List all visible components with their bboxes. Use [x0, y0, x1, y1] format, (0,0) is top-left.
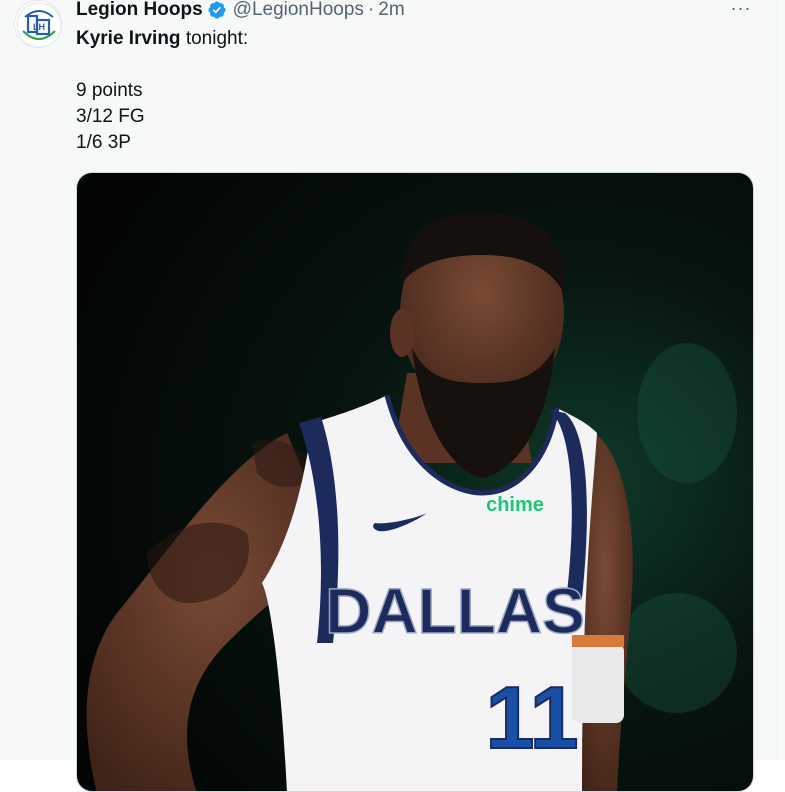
- verified-badge-icon[interactable]: [207, 0, 227, 20]
- more-options-button[interactable]: ···: [727, 0, 755, 20]
- player-photo: chime DALLAS 11: [77, 173, 753, 791]
- line-break: [76, 52, 736, 78]
- stat-line: 1/6 3P: [76, 132, 131, 153]
- header-separator: ·: [367, 0, 375, 20]
- tweet-card[interactable]: LH Legion Hoops @LegionHoops · 2m ··· Ky…: [0, 0, 785, 792]
- author-name[interactable]: Legion Hoops: [76, 0, 203, 22]
- sponsor-text: chime: [486, 494, 544, 516]
- tweet-intro-text: tonight:: [180, 28, 249, 49]
- avatar-monogram: LH: [33, 22, 45, 32]
- more-icon: ···: [730, 0, 752, 18]
- tweet-media-image[interactable]: chime DALLAS 11: [76, 172, 754, 792]
- jersey-number: 11: [485, 668, 578, 767]
- timeline-divider: [776, 0, 777, 760]
- stat-line: 9 points: [76, 80, 143, 101]
- tweet-first-line: Kyrie Irving tonight:: [76, 26, 736, 52]
- tweet-header: Legion Hoops @LegionHoops · 2m: [76, 0, 405, 22]
- tweet-text: Kyrie Irving tonight: 9 points 3/12 FG 1…: [76, 26, 736, 156]
- tweet-timestamp[interactable]: 2m: [378, 0, 404, 22]
- author-avatar[interactable]: LH: [14, 0, 62, 48]
- jersey-team-name: DALLAS: [325, 575, 585, 647]
- legion-hoops-logo-icon: LH: [16, 2, 61, 47]
- stat-line: 3/12 FG: [76, 106, 145, 127]
- author-handle[interactable]: @LegionHoops: [233, 0, 364, 22]
- player-mention: Kyrie Irving: [76, 28, 181, 49]
